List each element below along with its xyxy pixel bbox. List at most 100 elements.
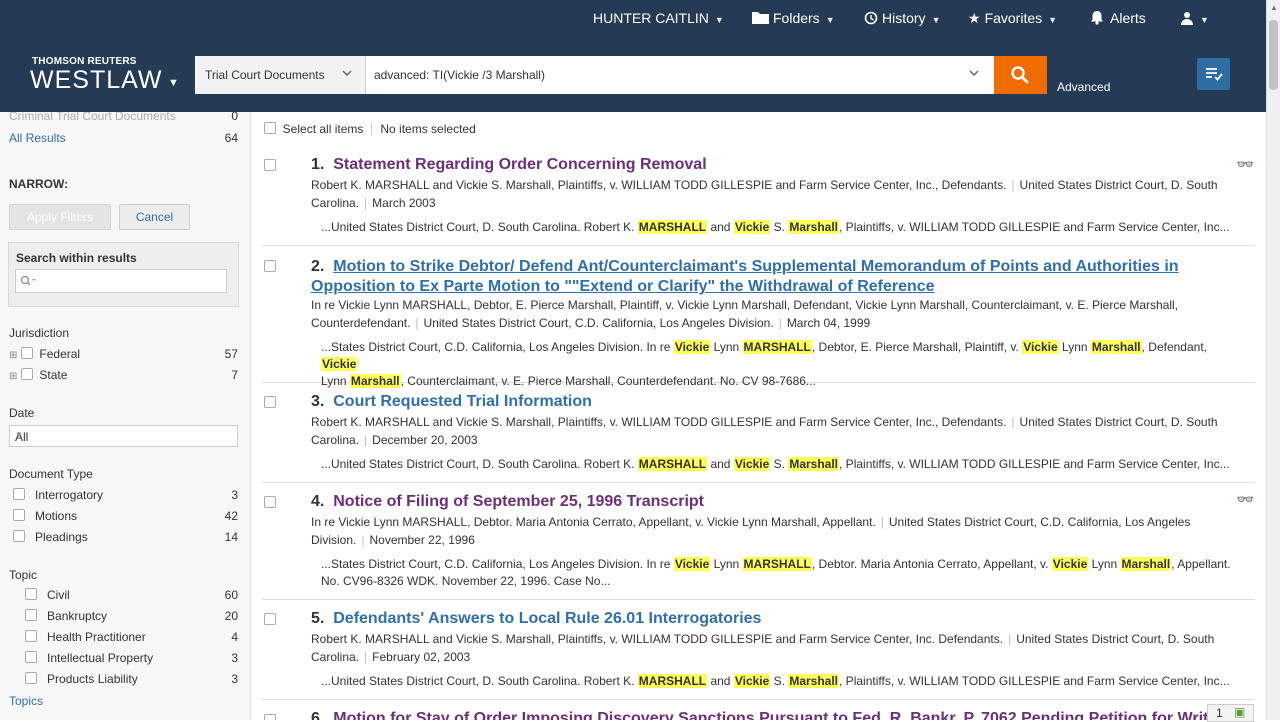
results-list-button[interactable] <box>1197 58 1230 90</box>
chevron-down-icon[interactable] <box>968 67 980 79</box>
selection-status: No items selected <box>380 122 476 136</box>
result-link[interactable]: Defendants' Answers to Local Rule 26.01 … <box>333 610 761 627</box>
page-scrollbar[interactable]: ▲ <box>1266 0 1280 720</box>
result-title: 4. Notice of Filing of September 25, 199… <box>311 493 704 511</box>
filter-sidebar: Criminal Trial Court Documents 0 All Resu… <box>0 112 251 720</box>
result-court-cont: Carolina. <box>311 196 360 210</box>
result-date: December 20, 2003 <box>372 433 478 447</box>
facet-count: 42 <box>224 509 238 523</box>
result-number: 1. <box>311 156 325 173</box>
doctype-motions[interactable]: Motions 42 <box>9 509 238 523</box>
search-term-highlight: Vickie <box>673 340 711 354</box>
search-button[interactable] <box>994 56 1047 94</box>
result-link[interactable]: Statement Regarding Order Concerning Rem… <box>333 156 706 173</box>
search-term-highlight: Marshall <box>788 674 840 688</box>
cancel-button[interactable]: Cancel <box>119 204 190 230</box>
favorites-menu[interactable]: ★ Favorites ▼ <box>968 10 1057 27</box>
history-menu[interactable]: History ▼ <box>864 10 940 26</box>
search-within-input[interactable] <box>15 269 227 293</box>
checkbox[interactable] <box>13 509 25 521</box>
result-number: 3. <box>311 393 325 410</box>
checkbox[interactable] <box>20 347 33 359</box>
result-checkbox[interactable] <box>264 260 276 272</box>
chevron-down-icon: ▼ <box>1048 15 1058 25</box>
scrollbar-thumb[interactable] <box>1269 20 1278 90</box>
checkbox[interactable] <box>25 630 37 642</box>
alerts-menu[interactable]: Alerts <box>1090 10 1146 26</box>
apply-filters-button[interactable]: Apply Filters <box>9 204 111 230</box>
previously-viewed-icon: 👓 <box>1236 156 1254 172</box>
search-term-highlight: Marshall <box>788 220 840 234</box>
result-meta: Robert K. MARSHALL and Vickie S. Marshal… <box>311 632 1215 664</box>
result-parties-cont: Counterdefendant. <box>311 316 411 330</box>
checkbox[interactable] <box>25 609 37 621</box>
result-date: February 02, 2003 <box>372 650 471 664</box>
topic-civil[interactable]: Civil 60 <box>9 588 238 602</box>
doctype-interrogatory[interactable]: Interrogatory 3 <box>9 488 238 502</box>
checkbox[interactable] <box>20 368 33 380</box>
result-checkbox[interactable] <box>264 714 276 720</box>
facet-label: State <box>39 368 68 382</box>
chevron-down-icon[interactable]: ▼ <box>168 77 179 89</box>
account-menu[interactable]: ▼ <box>1180 10 1209 26</box>
result-checkbox[interactable] <box>264 496 276 508</box>
checkbox[interactable] <box>13 530 25 542</box>
checkbox[interactable] <box>13 488 25 500</box>
chevron-down-icon: ▼ <box>1200 15 1209 25</box>
checkbox[interactable] <box>25 651 37 663</box>
select-all-label[interactable]: Select all items <box>283 122 364 136</box>
facet-count: 60 <box>224 588 238 602</box>
result-link[interactable]: Notice of Filing of September 25, 1996 T… <box>333 493 704 510</box>
facet-label: Intellectual Property <box>47 651 154 665</box>
result-snippet: ...United States District Court, D. Sout… <box>321 674 1230 688</box>
expand-icon[interactable]: ⊞ <box>9 371 17 382</box>
person-icon <box>1181 12 1193 25</box>
result-checkbox[interactable] <box>264 159 276 171</box>
search-term-highlight: Vickie <box>321 357 358 371</box>
search-icon <box>1011 66 1029 84</box>
topic-bankruptcy[interactable]: Bankruptcy 20 <box>9 609 238 623</box>
user-menu[interactable]: HUNTER CAITLIN ▼ <box>593 10 724 26</box>
result-item: 6. Motion for Stay of Order Imposing Dis… <box>262 700 1254 720</box>
expand-icon[interactable]: ⊞ <box>9 350 17 361</box>
topics-link[interactable]: Topics <box>9 694 238 708</box>
topic-products-liability[interactable]: Products Liability 3 <box>9 672 238 686</box>
search-scope-select[interactable]: Trial Court Documents <box>195 56 366 94</box>
search-term-highlight: Marshall <box>1090 340 1142 354</box>
result-link[interactable]: Motion to Strike Debtor/ Defend Ant/Coun… <box>311 258 1179 295</box>
jurisdiction-state[interactable]: ⊞ State 7 <box>9 368 238 382</box>
result-parties: In re Vickie Lynn MARSHALL, Debtor. Mari… <box>311 515 876 529</box>
result-title: 5. Defendants' Answers to Local Rule 26.… <box>311 610 761 628</box>
document-type-heading: Document Type <box>9 467 93 481</box>
facet-count: 3 <box>231 672 238 686</box>
scroll-up-icon[interactable]: ▲ <box>1270 3 1278 12</box>
page-indicator[interactable]: 1 ▣ <box>1207 704 1254 722</box>
content-type-all-results[interactable]: All Results 64 <box>9 131 238 145</box>
checkbox[interactable] <box>25 588 37 600</box>
select-all-checkbox[interactable] <box>264 122 276 134</box>
topic-intellectual-property[interactable]: Intellectual Property 3 <box>9 651 238 665</box>
result-checkbox[interactable] <box>264 613 276 625</box>
jurisdiction-heading: Jurisdiction <box>9 326 70 340</box>
search-term-highlight: MARSHALL <box>637 457 708 471</box>
result-court: United States District Court, C.D. Calif… <box>423 316 774 330</box>
doctype-pleadings[interactable]: Pleadings 14 <box>9 530 238 544</box>
result-meta: In re Vickie Lynn MARSHALL, Debtor, E. P… <box>311 298 1179 330</box>
jurisdiction-federal[interactable]: ⊞ Federal 57 <box>9 347 238 361</box>
checkbox[interactable] <box>25 672 37 684</box>
result-link[interactable]: Motion for Stay of Order Imposing Discov… <box>333 710 1208 720</box>
topic-health-practitioner[interactable]: Health Practitioner 4 <box>9 630 238 644</box>
history-label: History <box>882 10 926 26</box>
result-court: United States District Court, C.D. Calif… <box>888 515 1191 529</box>
brand-logo[interactable]: WESTLAW <box>30 66 162 95</box>
result-checkbox[interactable] <box>264 396 276 408</box>
search-term-highlight: Vickie <box>733 674 771 688</box>
advanced-search-link[interactable]: Advanced <box>1057 80 1110 94</box>
folders-menu[interactable]: Folders ▼ <box>752 10 835 26</box>
result-meta: Robert K. MARSHALL and Vickie S. Marshal… <box>311 415 1218 447</box>
content-type-criminal[interactable]: Criminal Trial Court Documents 0 <box>9 112 238 123</box>
chevron-down-icon: ▼ <box>714 15 724 25</box>
date-select[interactable]: All ▼ <box>9 425 238 447</box>
search-input[interactable] <box>374 68 954 82</box>
result-link[interactable]: Court Requested Trial Information <box>333 393 592 410</box>
